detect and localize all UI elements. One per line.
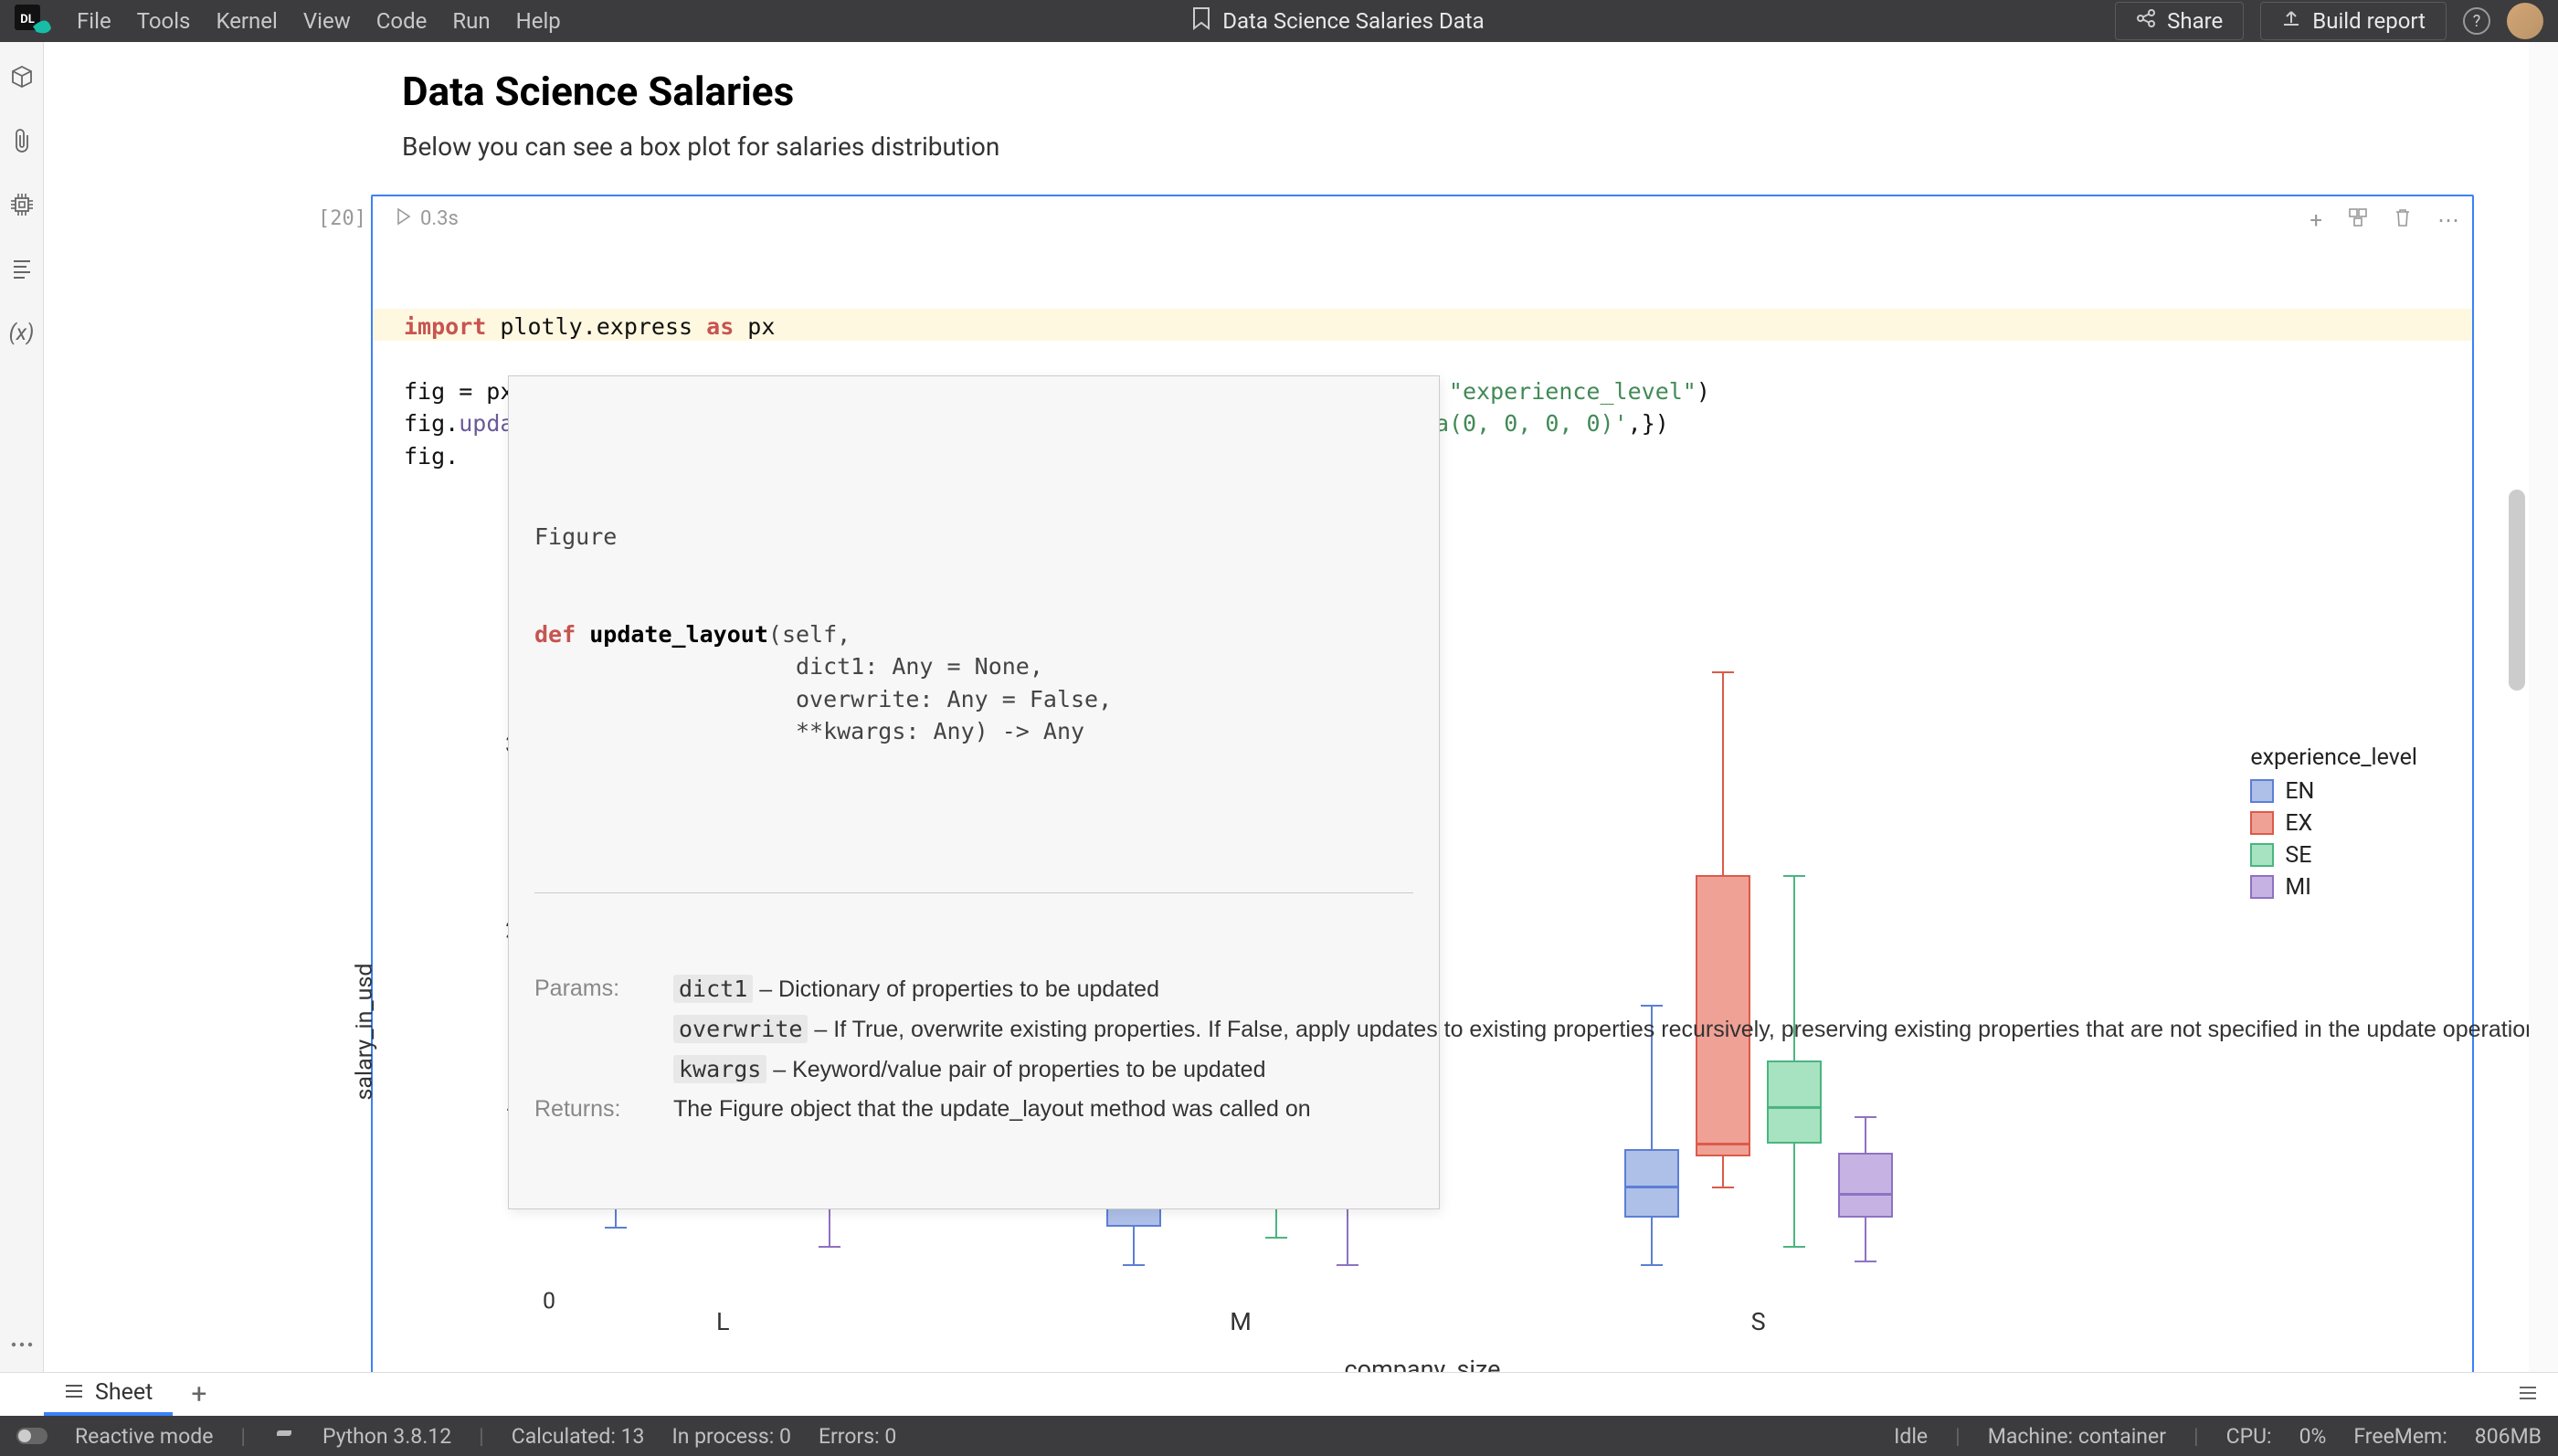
status-mem-val: 806MB — [2475, 1424, 2542, 1449]
outline-icon[interactable] — [9, 256, 35, 281]
help-icon[interactable]: ? — [2463, 7, 2490, 35]
xtick: S — [1751, 1307, 1766, 1336]
variable-icon[interactable]: (x) — [9, 320, 35, 345]
status-calculated: Calculated: 13 — [512, 1424, 645, 1449]
share-label: Share — [2167, 8, 2223, 34]
status-machine: Machine: container — [1988, 1424, 2166, 1449]
ylabel: salary_in_usd — [352, 963, 378, 1100]
menu-items: File Tools Kernel View Code Run Help — [77, 8, 561, 34]
cell-counter: [20] — [318, 207, 366, 230]
notebook-title: Data Science Salaries Data — [1222, 8, 1484, 34]
legend-item[interactable]: EX — [2250, 810, 2417, 837]
doc-method: update_layout — [589, 621, 768, 648]
menu-tools[interactable]: Tools — [137, 8, 191, 34]
status-mem-label: FreeMem: — [2353, 1424, 2447, 1449]
scrollbar-thumb[interactable] — [2509, 490, 2525, 691]
legend-swatch — [2250, 779, 2274, 803]
notebook-title-area: Data Science Salaries Data — [561, 6, 2115, 36]
menubar-right: Share Build report ? — [2115, 2, 2543, 40]
doc-class: Figure — [534, 521, 1413, 554]
python-icon — [273, 1422, 295, 1450]
tab-sheet-label: Sheet — [95, 1379, 153, 1406]
doc-popup: Figure def update_layout(self, dict1: An… — [508, 375, 1440, 1209]
xtick: L — [716, 1307, 730, 1336]
share-button[interactable]: Share — [2115, 2, 2244, 40]
build-report-button[interactable]: Build report — [2260, 2, 2447, 40]
params-label: Params: — [534, 973, 662, 1006]
legend-label: EN — [2285, 778, 2314, 805]
returns-label: Returns: — [534, 1093, 662, 1126]
tab-list-icon[interactable] — [2498, 1385, 2558, 1405]
code-cell[interactable]: [20] 0.3s + ⋯ import plotly.express as p… — [318, 195, 2474, 1372]
legend-title: experience_level — [2250, 744, 2417, 771]
build-report-label: Build report — [2312, 8, 2426, 34]
reactive-toggle[interactable] — [16, 1428, 48, 1444]
legend-swatch — [2250, 843, 2274, 867]
legend-item[interactable]: MI — [2250, 874, 2417, 901]
menu-kernel[interactable]: Kernel — [216, 8, 277, 34]
legend-item[interactable]: SE — [2250, 842, 2417, 869]
menu-file[interactable]: File — [77, 8, 111, 34]
cube-icon[interactable] — [9, 64, 35, 90]
sheet-icon — [64, 1379, 84, 1406]
app-logo[interactable]: DL — [15, 5, 55, 37]
code-editor[interactable]: import plotly.express as px fig = px.box… — [373, 196, 2472, 635]
xlabel: company_size — [1345, 1355, 1501, 1373]
content-area: Data Science Salaries Below you can see … — [44, 42, 2529, 1372]
legend-label: EX — [2285, 810, 2312, 837]
menu-help[interactable]: Help — [516, 8, 561, 34]
legend-item[interactable]: EN — [2250, 778, 2417, 805]
menu-run[interactable]: Run — [452, 8, 490, 34]
doc-subtitle: Below you can see a box plot for salarie… — [402, 132, 2419, 162]
bookmark-icon[interactable] — [1191, 6, 1211, 36]
status-inprocess: In process: 0 — [671, 1424, 790, 1449]
menu-view[interactable]: View — [303, 8, 351, 34]
chip-icon[interactable] — [9, 192, 35, 217]
legend-label: MI — [2285, 874, 2311, 901]
attachment-icon[interactable] — [9, 128, 35, 153]
status-cpu-label: CPU: — [2226, 1424, 2272, 1449]
right-rail — [2529, 42, 2558, 1372]
status-cpu-val: 0% — [2299, 1424, 2327, 1449]
svg-text:DL: DL — [20, 13, 34, 26]
upload-icon — [2281, 8, 2301, 34]
legend-swatch — [2250, 811, 2274, 835]
user-avatar[interactable] — [2507, 3, 2543, 39]
doc-title: Data Science Salaries — [402, 68, 2419, 115]
left-rail: (x) — [0, 42, 44, 1372]
menu-code[interactable]: Code — [376, 8, 428, 34]
status-reactive: Reactive mode — [75, 1424, 213, 1449]
menubar: DL File Tools Kernel View Code Run Help … — [0, 0, 2558, 42]
box[interactable] — [1838, 1153, 1893, 1218]
add-tab-button[interactable]: + — [173, 1378, 225, 1410]
status-bar: Reactive mode | Python 3.8.12 | Calculat… — [0, 1416, 2558, 1456]
legend-label: SE — [2285, 842, 2311, 869]
tab-bar: Sheet + — [0, 1372, 2558, 1416]
box[interactable] — [1624, 1149, 1679, 1218]
more-icon[interactable] — [9, 1332, 35, 1357]
status-errors: Errors: 0 — [819, 1424, 896, 1449]
legend: experience_level EN EX SE MI — [2250, 744, 2417, 906]
xtick: M — [1230, 1307, 1252, 1336]
status-idle: Idle — [1894, 1424, 1928, 1449]
status-python[interactable]: Python 3.8.12 — [322, 1424, 451, 1449]
tab-sheet[interactable]: Sheet — [44, 1373, 173, 1416]
share-icon — [2136, 8, 2156, 34]
legend-swatch — [2250, 875, 2274, 899]
